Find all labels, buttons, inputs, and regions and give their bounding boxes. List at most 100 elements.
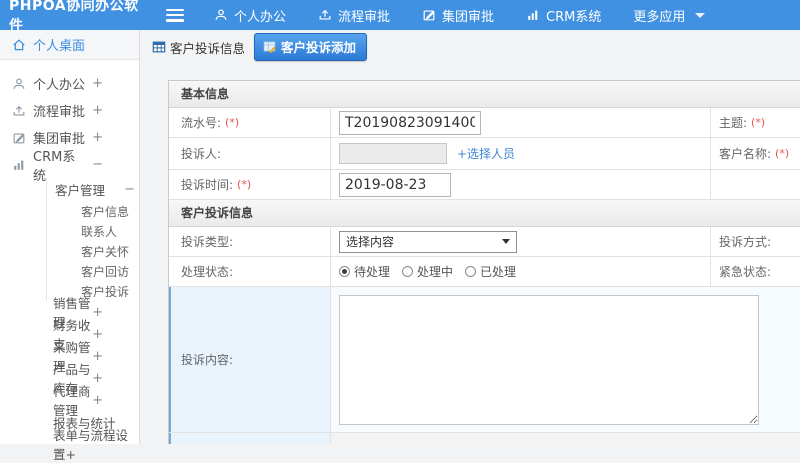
nav-label: CRM系统	[546, 6, 601, 25]
form-row-next-clipped	[169, 433, 800, 444]
flow-icon	[12, 104, 26, 118]
nav-personal-office[interactable]: 个人办公	[214, 6, 286, 25]
form-row-complaint-type: 投诉类型: 选择内容 投诉方式:	[169, 227, 800, 257]
required-marker: (*)	[775, 147, 789, 160]
required-marker: (*)	[751, 116, 765, 129]
complaint-add-form: 基本信息 流水号:(*) 主题:(*) 投诉人: +选择人员 客户名称:(*	[168, 80, 800, 444]
form-row-serial: 流水号:(*) 主题:(*)	[169, 108, 800, 138]
sidebar-item-customer-revisit[interactable]: 客户回访	[47, 261, 139, 281]
nav-crm-system[interactable]: CRM系统	[526, 6, 601, 25]
nav-label: 更多应用	[633, 6, 685, 25]
tab-bar: 客户投诉信息 客户投诉添加	[140, 30, 800, 64]
sidebar-item-label: 集团审批	[33, 128, 85, 147]
radio-unselected-icon[interactable]	[465, 266, 476, 277]
radio-processing[interactable]: 处理中	[402, 263, 453, 280]
top-header-bar: PHPOA协同办公软件 个人办公 流程审批 集团审批 CRM系统 更多应用	[0, 0, 800, 30]
form-row-complainant: 投诉人: +选择人员 客户名称:(*)	[169, 138, 800, 170]
sidebar-item-form-workflow-settings[interactable]: 表单与流程设置+	[0, 433, 139, 455]
expand-plus-icon[interactable]: +	[92, 349, 103, 364]
complaint-method-label: 投诉方式:	[711, 227, 800, 256]
select-person-link[interactable]: +选择人员	[457, 145, 515, 162]
sidebar-item-label: 客户管理	[55, 180, 105, 199]
form-row-complaint-date: 投诉时间:(*)	[169, 170, 800, 200]
tab-complaint-info[interactable]: 客户投诉信息	[152, 38, 245, 57]
main-content: 客户投诉信息 客户投诉添加 基本信息 流水号:(*) 主题:(*) 投诉人:	[140, 30, 800, 444]
expand-plus-icon[interactable]: +	[92, 327, 103, 342]
selected-option: 选择内容	[346, 233, 394, 250]
user-icon	[12, 77, 26, 91]
table-icon	[152, 40, 166, 54]
chart-icon	[526, 8, 540, 22]
sidebar-item-customer-care[interactable]: 客户关怀	[47, 241, 139, 261]
complaint-date-input[interactable]	[339, 173, 451, 197]
caret-down-icon	[695, 13, 705, 18]
expand-plus-icon[interactable]: +	[92, 393, 103, 408]
select-caret-icon	[502, 239, 510, 244]
urgency-status-label: 紧急状态:	[711, 257, 800, 286]
sidebar-item-label: 个人桌面	[33, 35, 85, 54]
sidebar: 个人桌面 个人办公 + 流程审批 + 集团审批 + CRM系统 − 客户管理 −	[0, 30, 140, 444]
sidebar-item-customer-management[interactable]: 客户管理 −	[47, 178, 139, 201]
sidebar-item-workflow-approval[interactable]: 流程审批 +	[0, 97, 139, 124]
expand-minus-icon[interactable]: −	[92, 157, 103, 172]
sidebar-group-customer-management: 客户管理 − 客户信息 联系人 客户关怀 客户回访 客户投诉	[46, 178, 139, 301]
expand-plus-icon[interactable]: +	[92, 103, 103, 118]
expand-plus-icon[interactable]: +	[92, 76, 103, 91]
complainant-label: 投诉人:	[169, 138, 331, 169]
chart-icon	[12, 158, 26, 172]
sidebar-item-label: 个人办公	[33, 74, 85, 93]
nav-label: 流程审批	[338, 6, 390, 25]
complaint-type-label: 投诉类型:	[169, 227, 331, 256]
radio-selected-icon[interactable]	[339, 266, 350, 277]
radio-pending[interactable]: 待处理	[339, 263, 390, 280]
complaint-content-label: 投诉内容:	[169, 287, 331, 432]
section-header-complaint-info: 客户投诉信息	[169, 200, 800, 227]
sidebar-item-crm-system[interactable]: CRM系统 −	[0, 151, 139, 178]
sidebar-item-customer-info[interactable]: 客户信息	[47, 201, 139, 221]
serial-label: 流水号:(*)	[169, 108, 331, 137]
form-row-complaint-content: 投诉内容:	[169, 287, 800, 433]
expand-minus-icon[interactable]: −	[124, 182, 135, 197]
edit-icon	[422, 8, 436, 22]
complaint-type-select[interactable]: 选择内容	[339, 231, 517, 253]
nav-label: 个人办公	[234, 6, 286, 25]
expand-plus-icon[interactable]: +	[92, 305, 103, 320]
nav-more-apps[interactable]: 更多应用	[633, 6, 705, 25]
home-icon	[12, 38, 26, 52]
nav-workflow-approval[interactable]: 流程审批	[318, 6, 390, 25]
sidebar-item-agent-management[interactable]: 代理商管理 +	[0, 389, 139, 411]
tab-label: 客户投诉添加	[281, 37, 356, 56]
sidebar-item-label: 流程审批	[33, 101, 85, 120]
subject-label: 主题:(*)	[711, 108, 800, 137]
edit-icon	[12, 131, 26, 145]
radio-unselected-icon[interactable]	[402, 266, 413, 277]
radio-processed[interactable]: 已处理	[465, 263, 516, 280]
empty-cell	[711, 170, 800, 199]
sidebar-item-contacts[interactable]: 联系人	[47, 221, 139, 241]
nav-label: 集团审批	[442, 6, 494, 25]
section-header-basic-info: 基本信息	[169, 81, 800, 108]
form-row-process-status: 处理状态: 待处理 处理中 已处理	[169, 257, 800, 287]
top-navigation: 个人办公 流程审批 集团审批 CRM系统 更多应用	[214, 6, 705, 25]
add-form-icon	[263, 40, 276, 53]
tab-complaint-add[interactable]: 客户投诉添加	[254, 33, 367, 61]
menu-toggle-icon[interactable]	[166, 9, 184, 22]
complaint-date-label: 投诉时间:(*)	[169, 170, 331, 199]
required-marker: (*)	[237, 178, 251, 191]
sidebar-item-label: CRM系统	[33, 146, 85, 184]
expand-plus-icon[interactable]: +	[92, 130, 103, 145]
user-icon	[214, 8, 228, 22]
complainant-input[interactable]	[339, 143, 447, 164]
flow-icon	[318, 8, 332, 22]
tab-label: 客户投诉信息	[170, 38, 245, 57]
serial-input[interactable]	[339, 111, 481, 135]
app-logo: PHPOA协同办公软件	[0, 0, 148, 35]
process-status-radio-group: 待处理 处理中 已处理	[339, 263, 516, 280]
complaint-content-textarea[interactable]	[339, 295, 759, 425]
required-marker: (*)	[225, 116, 239, 129]
nav-group-approval[interactable]: 集团审批	[422, 6, 494, 25]
sidebar-item-personal-office[interactable]: 个人办公 +	[0, 70, 139, 97]
sidebar-menu: 个人办公 + 流程审批 + 集团审批 + CRM系统 − 客户管理 − 客户信息…	[0, 60, 139, 455]
expand-plus-icon[interactable]: +	[92, 371, 103, 386]
customer-name-label: 客户名称:(*)	[711, 138, 800, 169]
